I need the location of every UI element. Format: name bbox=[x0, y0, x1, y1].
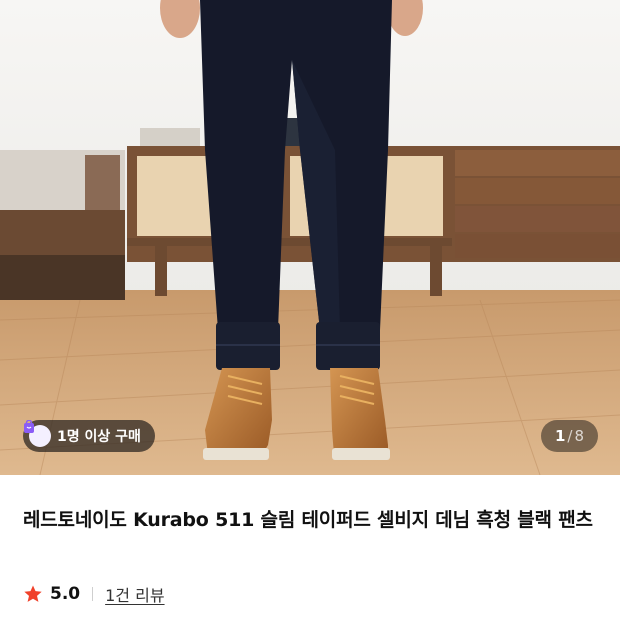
product-image-carousel[interactable]: 1명 이상 구매 1 / 8 bbox=[0, 0, 620, 475]
shopping-bag-icon bbox=[24, 420, 51, 447]
page-separator: / bbox=[567, 427, 573, 445]
page-current: 1 bbox=[554, 427, 566, 445]
product-title: 레드토네이도 Kurabo 511 슬림 테이퍼드 셀비지 데님 흑청 블랙 팬… bbox=[23, 509, 593, 531]
rating-summary: 5.0 1건 리뷰 bbox=[23, 582, 165, 606]
purchase-count-badge: 1명 이상 구매 bbox=[23, 420, 155, 452]
purchase-count-text: 1명 이상 구매 bbox=[57, 429, 141, 445]
image-page-indicator: 1 / 8 bbox=[541, 420, 598, 452]
rating-score: 5.0 bbox=[50, 584, 81, 604]
page-total: 8 bbox=[574, 427, 585, 445]
review-count-link[interactable]: 1건 리뷰 bbox=[105, 582, 164, 606]
rating-divider bbox=[92, 587, 94, 601]
product-photo bbox=[0, 0, 620, 475]
star-icon bbox=[23, 584, 43, 604]
